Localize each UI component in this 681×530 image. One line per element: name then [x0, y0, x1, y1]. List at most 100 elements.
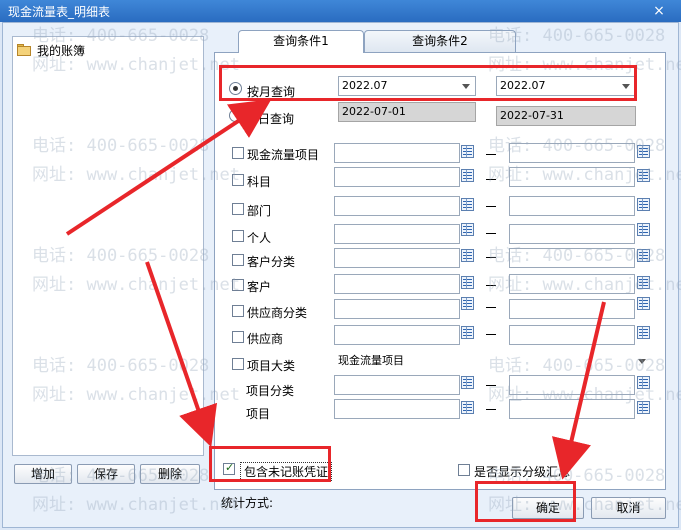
reference-icon[interactable] — [637, 169, 650, 182]
range-dash — [486, 206, 496, 207]
tree-item-label: 我的账簿 — [37, 43, 86, 58]
month-from-select[interactable]: 2022.07 — [338, 76, 476, 96]
ledger-tree: 我的账簿 — [12, 36, 204, 456]
include-unposted-label: 包含未记账凭证 — [240, 462, 333, 481]
filter-label: 部门 — [247, 204, 272, 218]
filter-to-input[interactable] — [509, 299, 635, 319]
range-dash — [486, 334, 496, 335]
date-from-field[interactable]: 2022-07-01 — [338, 102, 476, 122]
filter-checkbox[interactable] — [232, 331, 244, 343]
save-button[interactable]: 保存 — [77, 464, 135, 484]
filter-from-input[interactable] — [334, 299, 460, 319]
filter-checkbox[interactable] — [232, 203, 244, 215]
filter-checkbox[interactable] — [232, 147, 244, 159]
ok-button[interactable]: 确定 — [512, 497, 584, 519]
reference-icon[interactable] — [637, 276, 650, 289]
reference-icon[interactable] — [461, 198, 474, 211]
filter-to-input[interactable] — [509, 274, 635, 294]
month-to-select[interactable]: 2022.07 — [496, 76, 636, 96]
project-category-select[interactable]: 现金流量项目 — [334, 351, 652, 371]
close-icon[interactable]: × — [650, 2, 668, 20]
filter-label: 客户分类 — [247, 255, 296, 269]
chevron-down-icon — [638, 359, 646, 364]
chevron-down-icon — [462, 84, 470, 89]
date-to-field[interactable]: 2022-07-31 — [496, 106, 636, 126]
filter-to-input[interactable] — [509, 224, 635, 244]
filter-checkbox[interactable] — [232, 230, 244, 242]
reference-icon[interactable] — [461, 145, 474, 158]
by-day-radio[interactable] — [229, 109, 242, 122]
add-button[interactable]: 增加 — [14, 464, 72, 484]
left-edge-marker — [0, 100, 4, 140]
include-unposted-checkbox[interactable] — [223, 461, 235, 475]
reference-icon[interactable] — [461, 249, 474, 262]
filter-to-input[interactable] — [509, 325, 635, 345]
range-dash — [486, 285, 496, 286]
project-item-label: 项目 — [246, 407, 271, 421]
reference-icon[interactable] — [461, 376, 474, 389]
reference-icon[interactable] — [461, 297, 474, 310]
reference-icon[interactable] — [461, 401, 474, 414]
reference-icon[interactable] — [637, 145, 650, 158]
chevron-down-icon — [622, 84, 630, 89]
filter-to-input[interactable] — [509, 167, 635, 187]
filter-checkbox[interactable] — [232, 174, 244, 186]
month-to-value: 2022.07 — [500, 79, 546, 92]
reference-icon[interactable] — [461, 169, 474, 182]
range-dash — [486, 385, 496, 386]
filter-label: 供应商分类 — [247, 306, 308, 320]
by-month-label: 按月查询 — [247, 85, 296, 99]
reference-icon[interactable] — [637, 223, 650, 236]
tab-query-condition-1[interactable]: 查询条件1 — [238, 30, 364, 53]
reference-icon[interactable] — [637, 401, 650, 414]
grade-summary-checkbox[interactable] — [458, 464, 470, 476]
tab-query-condition-2[interactable]: 查询条件2 — [364, 30, 516, 52]
range-dash — [486, 257, 496, 258]
project-item-to-input[interactable] — [509, 399, 635, 419]
project-category-checkbox[interactable] — [232, 358, 244, 370]
reference-icon[interactable] — [461, 326, 474, 339]
tree-item-my-ledger[interactable]: 我的账簿 — [16, 41, 85, 59]
cancel-button[interactable]: 取消 — [591, 497, 666, 519]
project-class-label: 项目分类 — [246, 384, 295, 398]
filter-label: 科目 — [247, 175, 272, 189]
filter-from-input[interactable] — [334, 274, 460, 294]
filter-label: 客户 — [247, 280, 272, 294]
project-item-from-input[interactable] — [334, 399, 460, 419]
filter-from-input[interactable] — [334, 196, 460, 216]
window-title: 现金流量表_明细表 — [8, 5, 111, 19]
stat-method-label: 统计方式: — [221, 496, 274, 510]
project-class-to-input[interactable] — [509, 375, 635, 395]
range-dash — [486, 179, 496, 180]
filter-to-input[interactable] — [509, 248, 635, 268]
range-dash — [486, 409, 496, 410]
range-dash — [486, 233, 496, 234]
reference-icon[interactable] — [461, 223, 474, 236]
filter-to-input[interactable] — [509, 143, 635, 163]
date-to-value: 2022-07-31 — [500, 109, 564, 122]
range-dash — [486, 307, 496, 308]
filter-checkbox[interactable] — [232, 254, 244, 266]
filter-to-input[interactable] — [509, 196, 635, 216]
filter-from-input[interactable] — [334, 248, 460, 268]
reference-icon[interactable] — [637, 326, 650, 339]
filter-from-input[interactable] — [334, 325, 460, 345]
filter-from-input[interactable] — [334, 143, 460, 163]
filter-checkbox[interactable] — [232, 279, 244, 291]
filter-label: 现金流量项目 — [247, 148, 320, 162]
reference-icon[interactable] — [637, 297, 650, 310]
by-month-radio[interactable] — [229, 82, 242, 95]
filter-from-input[interactable] — [334, 167, 460, 187]
project-class-from-input[interactable] — [334, 375, 460, 395]
project-category-label: 项目大类 — [247, 359, 296, 373]
reference-icon[interactable] — [637, 198, 650, 211]
range-dash — [486, 154, 496, 155]
filter-from-input[interactable] — [334, 224, 460, 244]
reference-icon[interactable] — [637, 376, 650, 389]
reference-icon[interactable] — [637, 249, 650, 262]
reference-icon[interactable] — [461, 276, 474, 289]
filter-checkbox[interactable] — [232, 305, 244, 317]
delete-button[interactable]: 删除 — [140, 464, 200, 484]
filter-label: 供应商 — [247, 332, 284, 346]
folder-icon — [16, 44, 32, 56]
